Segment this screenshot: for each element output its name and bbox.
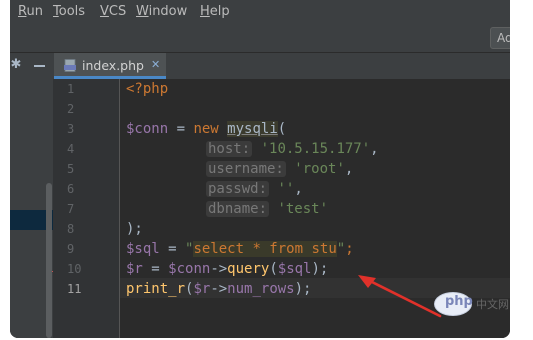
- code-token: mysqli: [227, 121, 278, 137]
- line-number-gutter: 1 2 3 4 5 6 7 8 9 10 11: [53, 79, 120, 338]
- code-line-7: dbname: 'test': [206, 199, 328, 219]
- red-arrow-annotation: [358, 275, 442, 318]
- project-scrollbar[interactable]: [46, 183, 52, 338]
- code-token: ,: [294, 181, 303, 197]
- code-line-10: $r = $conn->query($sql);: [126, 259, 328, 279]
- add-configuration-button[interactable]: Ad: [490, 27, 510, 49]
- code-line-5: username: 'root',: [206, 159, 353, 179]
- code-token: $conn: [126, 121, 169, 137]
- php-file-icon: [64, 59, 76, 72]
- line-number: 7: [67, 202, 75, 216]
- code-token: $r: [126, 261, 143, 277]
- code-token: new: [193, 121, 228, 137]
- code-token: );: [126, 221, 143, 237]
- code-token: num_rows: [227, 281, 295, 297]
- menu-tools[interactable]: Tools: [53, 4, 85, 20]
- code-token: ;: [345, 241, 354, 257]
- code-line-9: $sql = "select * from stu";: [126, 239, 354, 259]
- code-token: ,: [370, 141, 379, 157]
- menu-run[interactable]: Run: [18, 4, 43, 20]
- line-number: 9: [67, 242, 75, 256]
- code-token: query: [227, 261, 270, 277]
- menu-vcs[interactable]: VCS: [100, 4, 126, 20]
- code-token: print_r: [126, 281, 186, 297]
- code-line-4: host: '10.5.15.177',: [206, 139, 379, 159]
- line-number-current: 11: [67, 282, 82, 296]
- tab-close-icon[interactable]: ✕: [151, 58, 160, 71]
- line-number: 10: [67, 262, 82, 276]
- sql-fragment: select * from stu: [193, 241, 337, 257]
- line-number: 6: [67, 182, 75, 196]
- code-token: $r: [193, 281, 211, 297]
- site-watermark-text: 中文网: [476, 298, 509, 311]
- code-token: $sql: [277, 261, 312, 277]
- code-line-3: $conn = new mysqli(: [126, 119, 286, 139]
- hide-icon[interactable]: [34, 65, 45, 67]
- line-number: 1: [67, 82, 75, 96]
- toolbar: Ad: [10, 24, 510, 53]
- code-token: $conn: [168, 261, 211, 277]
- code-token: =: [142, 261, 169, 277]
- parameter-hint: host:: [206, 141, 253, 157]
- code-token: (: [277, 121, 287, 137]
- project-panel-strip: [10, 79, 53, 338]
- code-line-1: <?php: [126, 79, 168, 99]
- tab-label: index.php: [82, 58, 144, 73]
- php-logo-text: php: [445, 294, 473, 309]
- line-number: 3: [67, 122, 75, 136]
- code-token: );: [311, 261, 329, 277]
- code-line-11: print_r($r->num_rows);: [126, 279, 311, 299]
- code-line-8: );: [126, 219, 143, 239]
- code-token: '': [277, 181, 295, 197]
- menu-bar: Run Tools VCS Window Help: [10, 0, 510, 24]
- editor-tab-bar: ✱ index.php ✕: [10, 53, 510, 79]
- code-token: ->: [210, 261, 228, 277]
- settings-icon[interactable]: ✱: [10, 58, 22, 71]
- code-token: 'test': [277, 201, 329, 217]
- menu-help[interactable]: Help: [200, 4, 230, 20]
- code-token: ": [336, 241, 346, 257]
- line-number: 4: [67, 142, 75, 156]
- code-token: $sql: [126, 241, 160, 257]
- parameter-hint: dbname:: [206, 201, 270, 217]
- line-number: 2: [67, 102, 75, 116]
- code-token: ,: [344, 161, 354, 177]
- code-token: =: [159, 241, 186, 257]
- code-token: 'root': [294, 161, 345, 177]
- code-line-6: passwd: '',: [206, 179, 303, 199]
- code-token: );: [294, 281, 312, 297]
- code-token: =: [168, 121, 194, 137]
- parameter-hint: username:: [206, 161, 286, 177]
- parameter-hint: passwd:: [206, 181, 270, 197]
- code-token: (: [269, 261, 278, 277]
- code-token: '10.5.15.177': [260, 141, 371, 157]
- line-number: 8: [67, 222, 75, 236]
- menu-window[interactable]: Window: [136, 4, 187, 20]
- code-token: ->: [210, 281, 228, 297]
- line-number: 5: [67, 162, 75, 176]
- tab-index-php[interactable]: index.php ✕: [54, 53, 166, 79]
- php-open-tag: <?php: [126, 81, 169, 97]
